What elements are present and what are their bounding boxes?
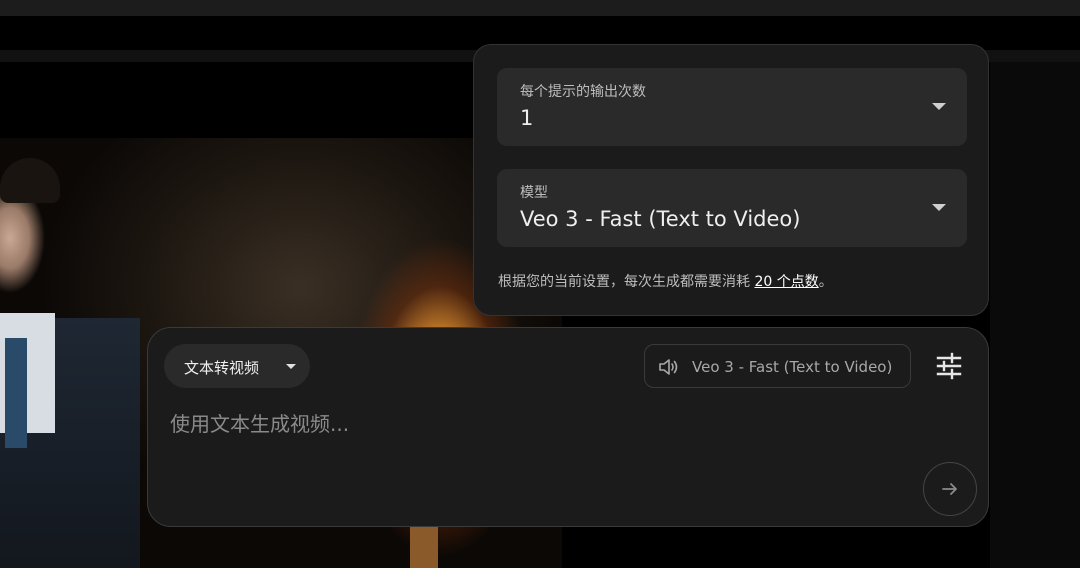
send-button[interactable] xyxy=(923,462,977,516)
mode-label: 文本转视频 xyxy=(184,359,260,377)
outputs-per-prompt-select[interactable]: 每个提示的输出次数 1 xyxy=(497,68,967,146)
settings-popover: 每个提示的输出次数 1 模型 Veo 3 - Fast (Text to Vid… xyxy=(473,44,989,316)
arrow-right-icon xyxy=(942,483,957,495)
person-tie xyxy=(5,338,27,448)
caret-down-icon xyxy=(932,103,946,110)
right-margin xyxy=(990,62,1080,568)
model-value: Veo 3 - Fast (Text to Video) xyxy=(520,207,801,231)
credits-note-suffix: 。 xyxy=(818,274,833,290)
credits-note: 根据您的当前设置，每次生成都需要消耗 20 个点数。 xyxy=(498,271,833,291)
prompt-input[interactable] xyxy=(168,408,912,440)
chevron-down-icon xyxy=(286,364,296,369)
outputs-per-prompt-value: 1 xyxy=(520,106,534,130)
model-chip[interactable]: Veo 3 - Fast (Text to Video) xyxy=(644,344,911,388)
model-chip-label: Veo 3 - Fast (Text to Video) xyxy=(692,358,893,376)
caret-down-icon xyxy=(932,204,946,211)
volume-icon xyxy=(659,359,678,375)
tune-sliders-icon[interactable] xyxy=(935,352,963,380)
model-label: 模型 xyxy=(520,185,548,201)
outputs-per-prompt-label: 每个提示的输出次数 xyxy=(520,84,646,100)
credits-link[interactable]: 20 个点数 xyxy=(754,274,818,290)
person-hair xyxy=(0,158,60,203)
top-bar xyxy=(0,0,1080,16)
prompt-composer: 文本转视频 Veo 3 - Fast (Text to Video) xyxy=(147,327,989,527)
mode-dropdown[interactable]: 文本转视频 xyxy=(164,344,310,388)
model-select[interactable]: 模型 Veo 3 - Fast (Text to Video) xyxy=(497,169,967,247)
credits-note-prefix: 根据您的当前设置，每次生成都需要消耗 xyxy=(498,274,755,290)
